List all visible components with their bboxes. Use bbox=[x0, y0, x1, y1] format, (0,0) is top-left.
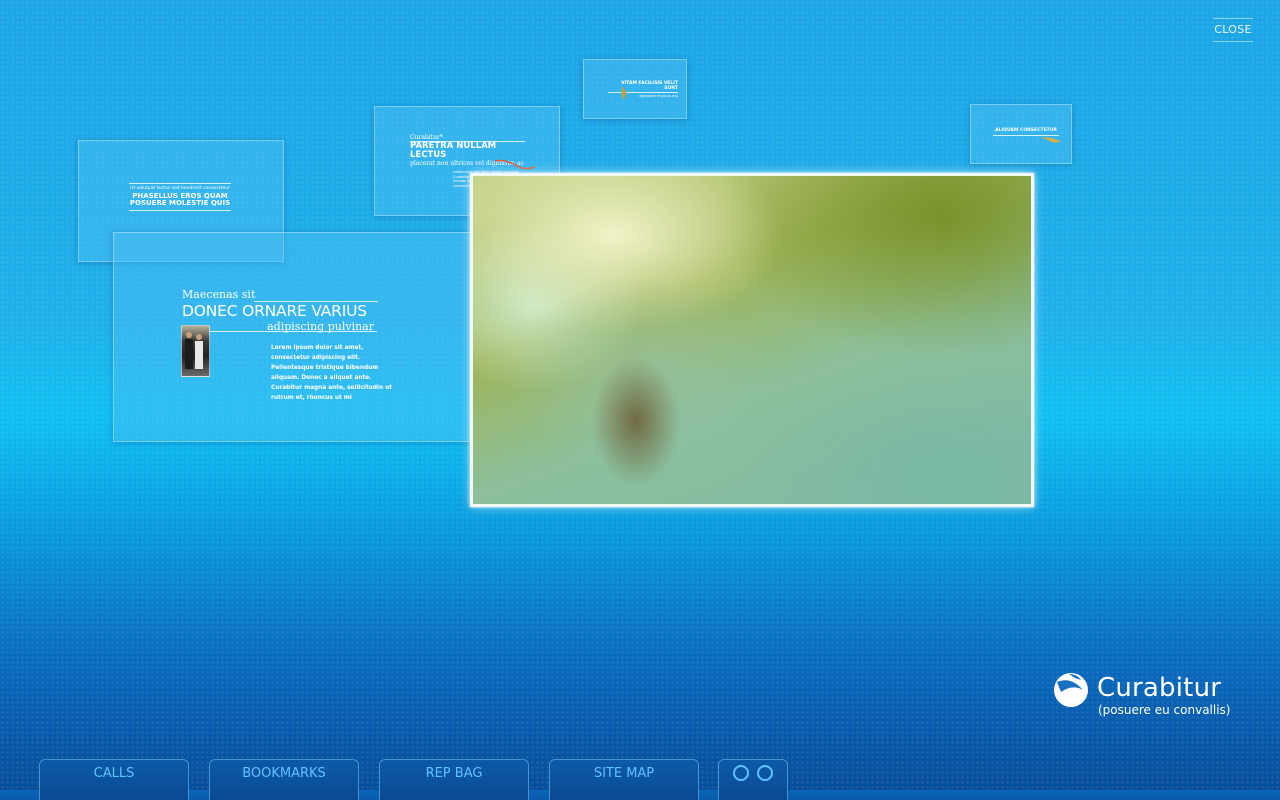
panel-large-subtitle: Maecenas sit bbox=[182, 288, 256, 301]
panel-left-line1: Ut volutpat lectus sed hendrerit consect… bbox=[130, 186, 230, 191]
circle-icon[interactable] bbox=[733, 764, 749, 781]
video-blur-figure bbox=[591, 356, 681, 486]
close-button[interactable]: CLOSE bbox=[1213, 18, 1253, 42]
bird-icon bbox=[622, 86, 626, 100]
panel-right-line1: ALIQUAM CONSECTETUR bbox=[995, 128, 1057, 133]
body-line: Pellentesque tristique bibendum bbox=[271, 365, 379, 371]
logo-icon bbox=[1054, 673, 1088, 707]
nav-tab-calls[interactable]: CALLS bbox=[39, 759, 189, 800]
body-line: consectetur adipiscing elit. bbox=[271, 355, 361, 361]
nav-tab-options[interactable] bbox=[718, 759, 788, 800]
brand-logo: Curabitur (posuere eu convallis) bbox=[1053, 672, 1233, 722]
body-line: rutrum et, rhoncus ut mi bbox=[271, 395, 352, 401]
body-line: Curabitur magna ante, sollicitudin ut bbox=[271, 385, 393, 391]
panel-rule bbox=[129, 209, 231, 211]
video-frame[interactable] bbox=[470, 173, 1034, 507]
panel-left-line3: POSUERE MOLESTIE QUIS bbox=[129, 199, 231, 208]
panel-top-small[interactable]: VITAM FACILISIS VELIT SUNT dignissim rho… bbox=[583, 59, 687, 119]
panel-rule bbox=[129, 183, 231, 184]
logo-tagline: (posuere eu convallis) bbox=[1098, 703, 1231, 717]
nav-tab-bookmarks[interactable]: BOOKMARKS bbox=[209, 759, 359, 800]
logo-name: Curabitur bbox=[1097, 673, 1222, 703]
nav-tab-rep-bag[interactable]: REP BAG bbox=[379, 759, 529, 800]
panel-top-line1: VITAM FACILISIS VELIT SUNT bbox=[621, 81, 678, 91]
panel-right-small[interactable]: ALIQUAM CONSECTETUR bbox=[970, 104, 1072, 164]
panel-large[interactable]: Maecenas sit DONEC ORNARE VARIUS adipisc… bbox=[113, 232, 473, 442]
panel-large-body: Lorem ipsum dolor sit amet, consectetur … bbox=[271, 343, 401, 403]
body-line: Lorem ipsum dolor sit amet, bbox=[271, 345, 364, 351]
circle-icon[interactable] bbox=[757, 764, 773, 781]
panel-rule bbox=[209, 331, 377, 332]
swoosh-icon bbox=[1041, 137, 1061, 143]
nav-tab-site-map[interactable]: SITE MAP bbox=[549, 759, 699, 800]
wave-icon bbox=[495, 159, 535, 170]
body-line: aliquam. Donec a aliquet ante. bbox=[271, 375, 372, 381]
panel-center-line1: Curabitur* bbox=[410, 134, 443, 141]
panel-top-line2: dignissim rhoncus nisl bbox=[639, 94, 678, 98]
panel-rule bbox=[608, 92, 678, 93]
panel-large-title: DONEC ORNARE VARIUS bbox=[182, 302, 367, 320]
team-photo bbox=[181, 325, 210, 377]
